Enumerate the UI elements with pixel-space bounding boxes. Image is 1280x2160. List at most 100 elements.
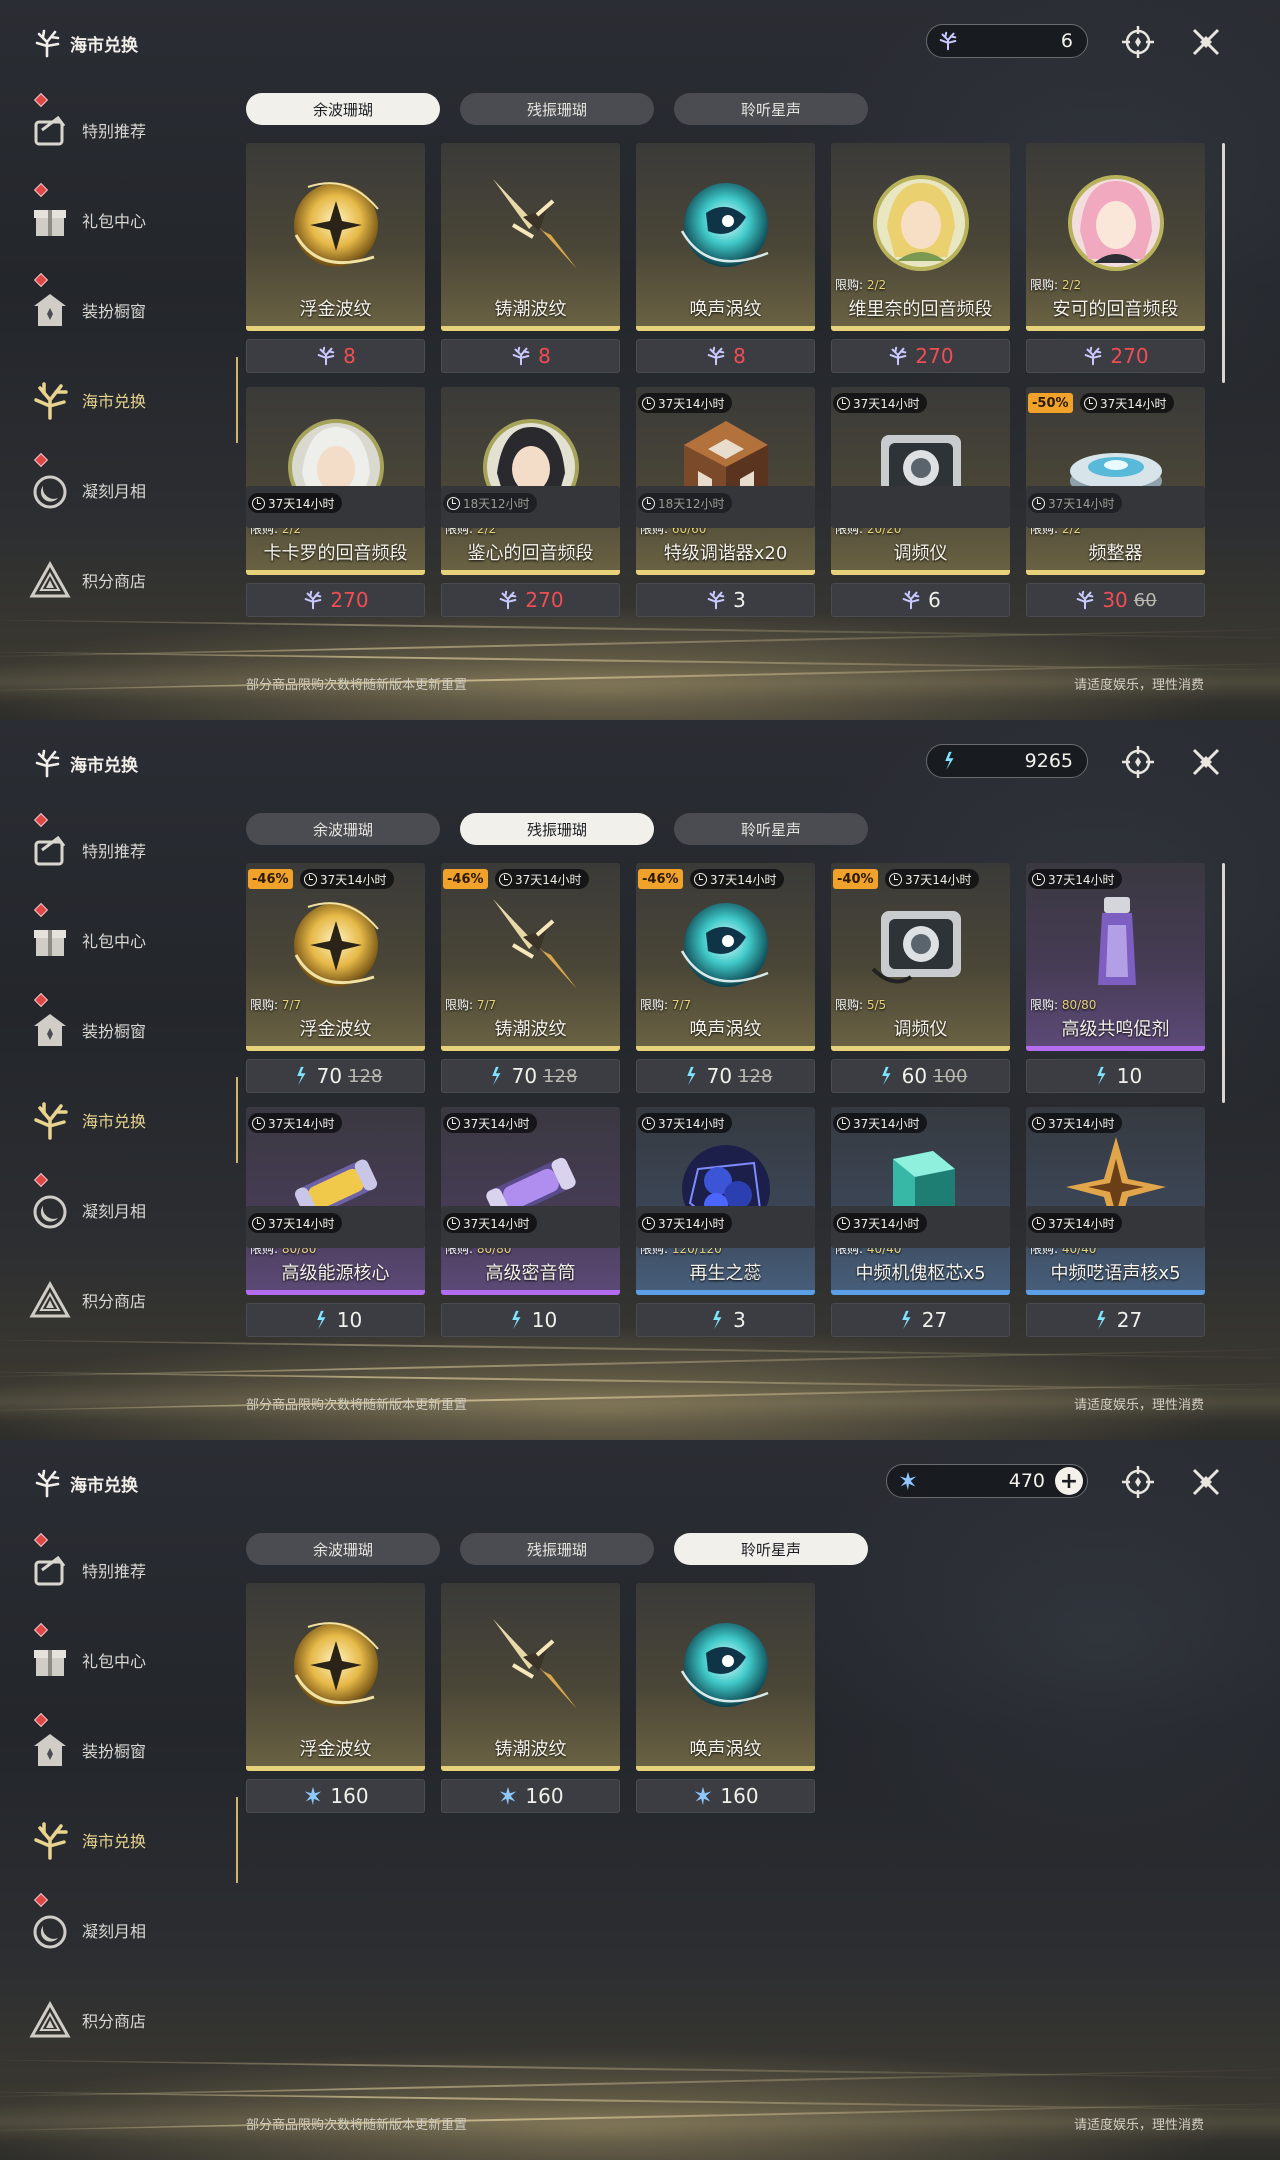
- price-button[interactable]: 8: [636, 339, 815, 373]
- sidebar-item-2[interactable]: 装扮橱窗: [28, 265, 218, 355]
- shop-item-card-partial[interactable]: 37天14小时: [246, 486, 425, 528]
- price-button[interactable]: 3: [636, 1303, 815, 1337]
- sidebar-item-4[interactable]: 凝刻月相: [28, 1165, 218, 1255]
- tab-1[interactable]: 残振珊瑚: [460, 813, 654, 845]
- price-button[interactable]: 70 128: [636, 1059, 815, 1093]
- tab-1[interactable]: 残振珊瑚: [460, 1533, 654, 1565]
- time-remaining-text: 37天14小时: [268, 1216, 335, 1231]
- sidebar-item-1[interactable]: 礼包中心: [28, 175, 218, 265]
- price-button[interactable]: 160: [441, 1779, 620, 1813]
- shop-item-card[interactable]: -46% 37天14小时 限购: 7/7 浮金波纹 70 128: [246, 863, 425, 1093]
- shop-item-card-partial[interactable]: [831, 486, 1010, 528]
- sidebar-item-5[interactable]: 积分商店: [28, 1255, 218, 1345]
- shop-item-card[interactable]: 限购: 2/2 维里奈的回音频段 270: [831, 143, 1010, 373]
- price-button[interactable]: 10: [246, 1303, 425, 1337]
- sidebar-item-3[interactable]: 海市兑换: [28, 1075, 238, 1165]
- scrollbar[interactable]: [1222, 143, 1225, 383]
- shop-item-card[interactable]: 唤声涡纹 160: [636, 1583, 815, 1813]
- currency-balance[interactable]: 470 +: [886, 1464, 1088, 1498]
- sidebar-item-5[interactable]: 积分商店: [28, 1975, 218, 2065]
- sidebar-item-2[interactable]: 装扮橱窗: [28, 1705, 218, 1795]
- shop-item-card[interactable]: 浮金波纹 8: [246, 143, 425, 373]
- price-button[interactable]: 270: [1026, 339, 1205, 373]
- target-icon[interactable]: [1120, 744, 1156, 780]
- price-button[interactable]: 10: [441, 1303, 620, 1337]
- shop-item-card-partial[interactable]: 18天12小时: [441, 486, 620, 528]
- gift-box-icon: [34, 930, 66, 956]
- price-value: 160: [525, 1784, 564, 1808]
- price-button[interactable]: 6: [831, 583, 1010, 617]
- price-value: 3: [733, 588, 746, 612]
- price-button[interactable]: 27: [1026, 1303, 1205, 1337]
- close-icon[interactable]: [1188, 744, 1224, 780]
- price-button[interactable]: 270: [441, 583, 620, 617]
- shop-item-card-partial[interactable]: 37天14小时: [1026, 486, 1205, 528]
- shop-item-card-partial[interactable]: 37天14小时: [831, 1206, 1010, 1248]
- shop-item-card[interactable]: 唤声涡纹 8: [636, 143, 815, 373]
- price-button[interactable]: 3: [636, 583, 815, 617]
- shop-item-card[interactable]: 37天14小时 限购: 80/80 高级共鸣促剂 10: [1026, 863, 1205, 1093]
- currency-balance[interactable]: 6: [926, 24, 1088, 58]
- sidebar-item-3[interactable]: 海市兑换: [28, 355, 238, 445]
- price-button[interactable]: 70 128: [246, 1059, 425, 1093]
- clock-icon: [1032, 872, 1045, 886]
- price-button[interactable]: 160: [636, 1779, 815, 1813]
- shop-item-card[interactable]: 限购: 2/2 安可的回音频段 270: [1026, 143, 1205, 373]
- price-button[interactable]: 270: [246, 583, 425, 617]
- target-icon[interactable]: [1120, 1464, 1156, 1500]
- target-icon[interactable]: [1120, 24, 1156, 60]
- scrollbar[interactable]: [1222, 863, 1225, 1103]
- price-button[interactable]: 27: [831, 1303, 1010, 1337]
- sidebar-item-0[interactable]: 特别推荐: [28, 1525, 218, 1615]
- sidebar-item-0[interactable]: 特别推荐: [28, 85, 218, 175]
- shop-item-card[interactable]: 浮金波纹 160: [246, 1583, 425, 1813]
- tab-1[interactable]: 残振珊瑚: [460, 93, 654, 125]
- clock-icon: [1084, 396, 1097, 410]
- sidebar-item-label: 装扮橱窗: [82, 1742, 147, 1761]
- shop-item-card-partial[interactable]: 37天14小时: [636, 1206, 815, 1248]
- shop-item-card[interactable]: 铸潮波纹 8: [441, 143, 620, 373]
- tab-2[interactable]: 聆听星声: [674, 813, 868, 845]
- tab-2[interactable]: 聆听星声: [674, 1533, 868, 1565]
- tab-0[interactable]: 余波珊瑚: [246, 1533, 440, 1565]
- tab-0[interactable]: 余波珊瑚: [246, 93, 440, 125]
- sidebar-item-2[interactable]: 装扮橱窗: [28, 985, 218, 1075]
- price-button[interactable]: 270: [831, 339, 1010, 373]
- time-remaining: 37天14小时: [443, 1113, 537, 1133]
- cyan-orb-icon: [680, 1623, 769, 1707]
- tab-2[interactable]: 聆听星声: [674, 93, 868, 125]
- shop-item-card[interactable]: 铸潮波纹 160: [441, 1583, 620, 1813]
- price-button[interactable]: 10: [1026, 1059, 1205, 1093]
- sidebar-item-4[interactable]: 凝刻月相: [28, 1885, 218, 1975]
- price-button[interactable]: 70 128: [441, 1059, 620, 1093]
- item-image-panel: 37天14小时 限购: 40/40 中频机傀枢芯x5: [831, 1107, 1010, 1295]
- sidebar-item-5[interactable]: 积分商店: [28, 535, 218, 625]
- shop-item-card-partial[interactable]: 37天14小时: [441, 1206, 620, 1248]
- shop-item-card-partial[interactable]: 37天14小时: [1026, 1206, 1205, 1248]
- tab-0[interactable]: 余波珊瑚: [246, 813, 440, 845]
- currency-balance[interactable]: 9265: [926, 744, 1088, 778]
- item-image-panel: 铸潮波纹: [441, 1583, 620, 1771]
- rarity-bar: [636, 326, 815, 331]
- shop-item-card[interactable]: -40% 37天14小时 限购: 5/5 调频仪 60 100: [831, 863, 1010, 1093]
- price-button[interactable]: 8: [441, 339, 620, 373]
- price-button[interactable]: 60 100: [831, 1059, 1010, 1093]
- price-button[interactable]: 8: [246, 339, 425, 373]
- time-remaining-text: 37天14小时: [515, 872, 582, 887]
- close-icon[interactable]: [1188, 1464, 1224, 1500]
- price-value: 70: [316, 1064, 343, 1088]
- shop-item-card-partial[interactable]: 18天12小时: [636, 486, 815, 528]
- sidebar-item-4[interactable]: 凝刻月相: [28, 445, 218, 535]
- sidebar-item-1[interactable]: 礼包中心: [28, 895, 218, 985]
- shop-item-card-partial[interactable]: 37天14小时: [246, 1206, 425, 1248]
- sidebar-item-0[interactable]: 特别推荐: [28, 805, 218, 895]
- close-icon[interactable]: [1188, 24, 1224, 60]
- shop-item-card[interactable]: -46% 37天14小时 限购: 7/7 铸潮波纹 70 128: [441, 863, 620, 1093]
- price-button[interactable]: 30 60: [1026, 583, 1205, 617]
- shop-item-card[interactable]: -46% 37天14小时 限购: 7/7 唤声涡纹 70 128: [636, 863, 815, 1093]
- add-currency-button[interactable]: +: [1055, 1467, 1083, 1495]
- sidebar-item-3[interactable]: 海市兑换: [28, 1795, 238, 1885]
- sidebar-item-1[interactable]: 礼包中心: [28, 1615, 218, 1705]
- price-button[interactable]: 160: [246, 1779, 425, 1813]
- clock-icon: [252, 496, 265, 510]
